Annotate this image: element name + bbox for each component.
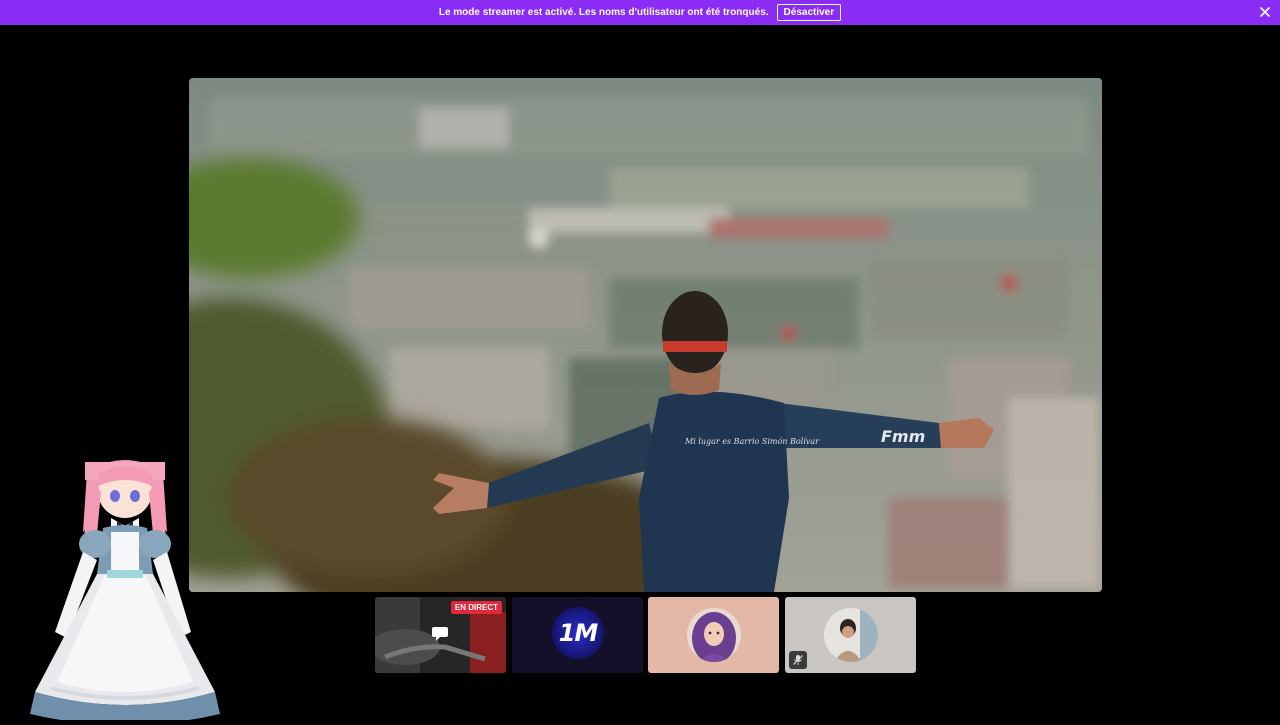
streamer-mode-banner: Le mode streamer est activé. Les noms d'… (0, 0, 1280, 25)
video-frame-image: Mi lugar es Barrio Simón Bolívar Fmm (189, 78, 1102, 592)
microphone-muted-icon (789, 651, 807, 669)
shirt-text-back: Mi lugar es Barrio Simón Bolívar (684, 437, 820, 446)
participant-tile-3[interactable] (648, 597, 779, 673)
live-badge: EN DIRECT (450, 601, 502, 614)
disable-streamer-mode-button[interactable]: Désactiver (776, 4, 842, 21)
main-video-stream[interactable]: Mi lugar es Barrio Simón Bolívar Fmm (189, 78, 1102, 592)
vtuber-avatar-overlay (15, 452, 240, 725)
streamer-mode-message: Le mode streamer est activé. Les noms d'… (438, 7, 769, 18)
chat-bubble-icon (431, 626, 449, 647)
avatar (687, 608, 741, 662)
participant-tile-4[interactable] (785, 597, 916, 673)
channel-logo: 1M (552, 607, 604, 659)
avatar (824, 608, 878, 662)
shirt-text-sleeve: Fmm (881, 427, 925, 446)
participant-tile-1[interactable]: EN DIRECT (375, 597, 506, 673)
participant-tile-2[interactable]: 1M (512, 597, 643, 673)
close-icon[interactable] (1256, 3, 1274, 21)
